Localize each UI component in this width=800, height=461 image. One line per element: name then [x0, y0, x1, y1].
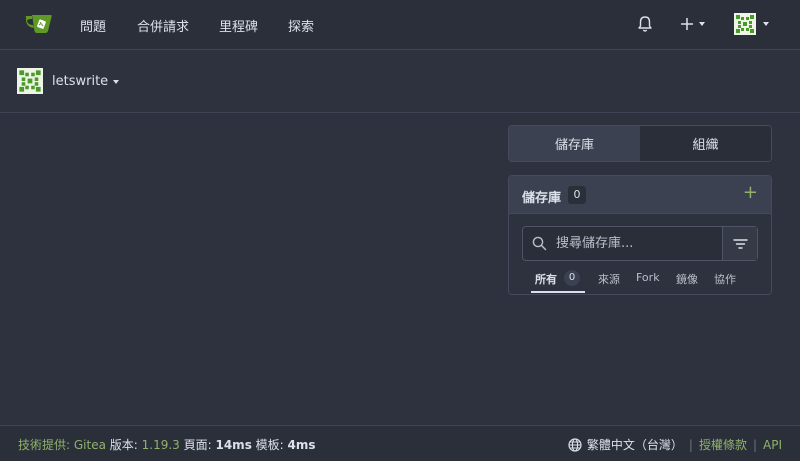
- plus-icon: [681, 18, 693, 30]
- search-icon: [532, 236, 547, 251]
- gitea-logo-icon[interactable]: [24, 12, 54, 36]
- repo-panel-body: 所有 0 來源 Fork 鏡像 協作: [509, 214, 771, 294]
- org-switcher[interactable]: letswrite: [52, 74, 120, 89]
- language-selector[interactable]: 繁體中文（台灣）: [568, 436, 683, 453]
- gitea-link[interactable]: Gitea: [74, 438, 106, 452]
- filter-tab-forks[interactable]: Fork: [636, 271, 660, 284]
- repo-search-input[interactable]: [556, 227, 721, 260]
- chevron-down-icon: [113, 79, 120, 84]
- top-navbar: 問題 合併請求 里程碑 探索: [0, 0, 800, 50]
- page-time-value: 14ms: [215, 438, 252, 452]
- filter-tab-all[interactable]: 所有: [535, 271, 557, 287]
- version-label: 版本:: [105, 438, 142, 452]
- tab-repositories[interactable]: 儲存庫: [509, 126, 640, 161]
- chevron-down-icon: [699, 22, 705, 26]
- globe-icon: [568, 437, 582, 452]
- active-tab-underline: [531, 291, 585, 293]
- filter-icon: [732, 238, 748, 249]
- user-menu-button[interactable]: [734, 13, 769, 35]
- divider: |: [752, 437, 758, 452]
- avatar: [734, 13, 756, 35]
- org-name: letswrite: [52, 74, 109, 89]
- nav-milestones[interactable]: 里程碑: [219, 16, 258, 35]
- repo-panel-header: 儲存庫 0 +: [509, 176, 771, 214]
- filter-tab-label: 所有: [535, 273, 557, 286]
- filter-all-count: 0: [564, 270, 580, 286]
- add-repo-button[interactable]: +: [743, 183, 758, 203]
- page-time-label: 頁面:: [179, 438, 216, 452]
- repo-panel: 儲存庫 0 + 所有 0 來源 Fork 鏡像 協作: [508, 175, 772, 295]
- api-link[interactable]: API: [763, 438, 782, 452]
- powered-by-label: 技術提供:: [18, 438, 74, 452]
- chevron-down-icon: [763, 22, 769, 26]
- footer-info: 技術提供: Gitea 版本: 1.19.3 頁面: 14ms 模板: 4ms: [18, 436, 316, 453]
- filter-tab-mirrors[interactable]: 鏡像: [676, 271, 698, 287]
- footer: 技術提供: Gitea 版本: 1.19.3 頁面: 14ms 模板: 4ms …: [0, 425, 800, 461]
- repo-filter-tabs: 所有 0 來源 Fork 鏡像 協作: [522, 269, 762, 293]
- filter-tab-collaborative[interactable]: 協作: [714, 271, 736, 287]
- language-label: 繁體中文（台灣）: [586, 438, 683, 452]
- nav-explore[interactable]: 探索: [288, 16, 314, 35]
- filter-button[interactable]: [722, 227, 757, 260]
- repo-count-badge: 0: [568, 186, 586, 204]
- template-time-label: 模板:: [251, 438, 288, 452]
- repo-search-box: [522, 226, 758, 261]
- footer-links: 繁體中文（台灣） | 授權條款 | API: [568, 436, 782, 453]
- nav-issues[interactable]: 問題: [80, 16, 106, 35]
- org-header: letswrite: [0, 51, 800, 113]
- repo-panel-title: 儲存庫: [522, 191, 562, 206]
- tab-organizations[interactable]: 組織: [640, 126, 771, 161]
- version-value: 1.19.3: [141, 438, 180, 452]
- nav-pull-requests[interactable]: 合併請求: [137, 16, 189, 35]
- license-link[interactable]: 授權條款: [699, 436, 747, 453]
- org-avatar[interactable]: [17, 68, 43, 94]
- create-menu-button[interactable]: [680, 14, 705, 34]
- divider: |: [688, 437, 693, 452]
- dashboard-tab-switch: 儲存庫 組織: [508, 125, 772, 162]
- template-time-value: 4ms: [287, 438, 316, 452]
- filter-tab-sources[interactable]: 來源: [598, 271, 620, 287]
- bell-icon[interactable]: [637, 15, 653, 33]
